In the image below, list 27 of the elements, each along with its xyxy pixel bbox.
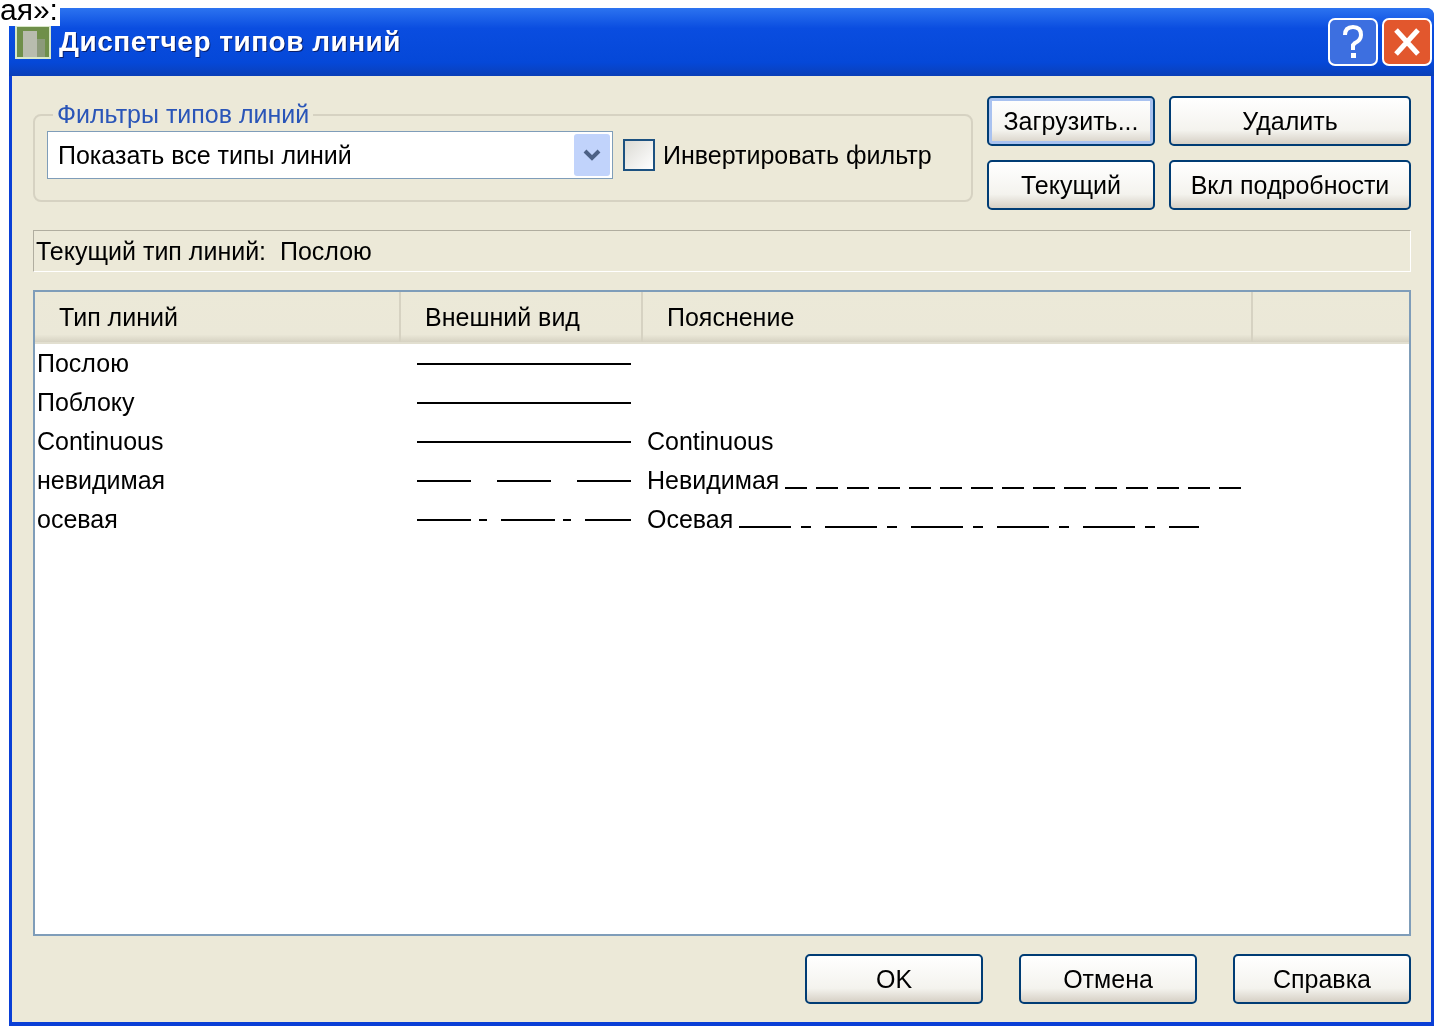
load-button[interactable]: Загрузить... bbox=[987, 96, 1155, 146]
linetype-filter-dropdown[interactable]: Показать все типы линий bbox=[47, 131, 613, 179]
delete-button[interactable]: Удалить bbox=[1169, 96, 1411, 146]
linetype-name[interactable]: Послою bbox=[35, 349, 401, 378]
invert-filter-checkbox[interactable] bbox=[623, 139, 655, 171]
current-button[interactable]: Текущий bbox=[987, 160, 1155, 210]
close-icon[interactable] bbox=[1382, 18, 1432, 66]
app-icon bbox=[15, 25, 51, 59]
current-linetype-text: Текущий тип линий: Послою bbox=[36, 236, 372, 266]
linetype-name[interactable]: Поблоку bbox=[35, 388, 401, 417]
linetype-description: Continuous bbox=[647, 427, 774, 456]
column-header[interactable]: Внешний вид bbox=[401, 292, 643, 342]
help-icon[interactable] bbox=[1328, 18, 1378, 66]
linetype-name[interactable]: Continuous bbox=[35, 427, 401, 456]
checkbox-label[interactable]: Инвертировать фильтр bbox=[663, 140, 932, 170]
window-title: Диспетчер типов линий bbox=[59, 26, 403, 58]
linetype-name[interactable]: невидимая bbox=[35, 466, 401, 495]
column-header[interactable]: Тип линий bbox=[35, 292, 401, 342]
group-label: Фильтры типов линий bbox=[56, 100, 311, 129]
ok-button[interactable]: OK bbox=[805, 954, 983, 1004]
linetype-name[interactable]: осевая bbox=[35, 505, 401, 534]
help-button[interactable]: Справка bbox=[1233, 954, 1411, 1004]
cancel-button[interactable]: Отмена bbox=[1019, 954, 1197, 1004]
linetype-description: Невидимая bbox=[647, 466, 780, 495]
linetype-description: Осевая bbox=[647, 505, 734, 534]
details-button[interactable]: Вкл подробности bbox=[1169, 160, 1411, 210]
column-header[interactable]: Пояснение bbox=[643, 292, 1253, 342]
